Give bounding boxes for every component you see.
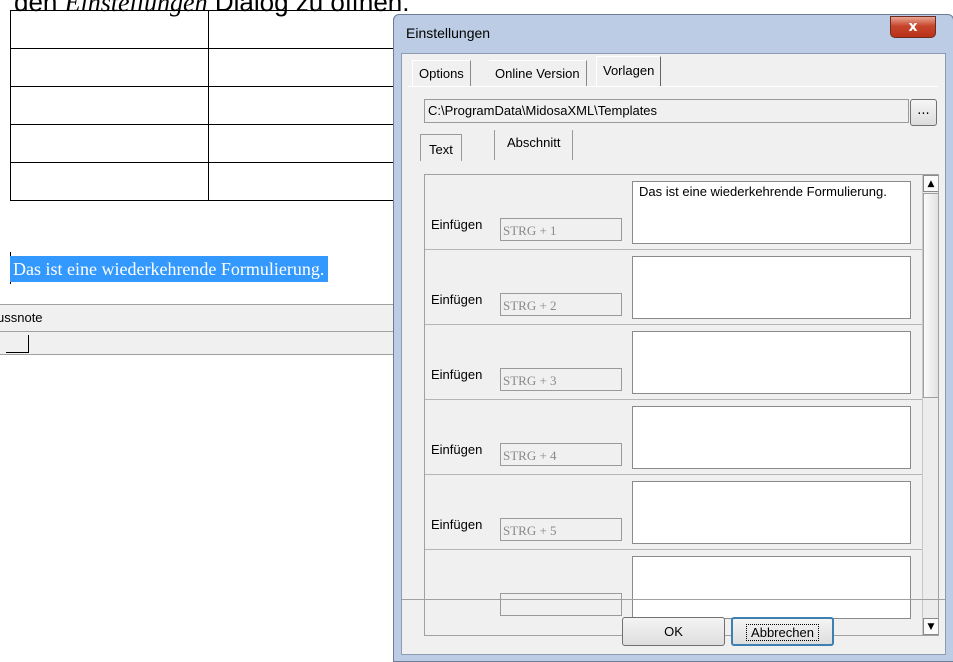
insert-label: Einfügen [431, 292, 483, 307]
shortcut-field: STRG + 2 [500, 293, 622, 316]
snippet-text-input[interactable]: Das ist eine wiederkehrende Formulierung… [632, 181, 911, 244]
table-row [10, 10, 399, 49]
snippet-text-input[interactable] [632, 481, 911, 544]
list-item: Einfügen STRG + 4 [425, 400, 922, 475]
shortcut-field: STRG + 5 [500, 518, 622, 541]
list-item: Einfügen STRG + 3 [425, 325, 922, 400]
insert-label: Einfügen [431, 217, 483, 232]
close-icon: x [908, 19, 918, 35]
arrow-up-icon: ▲ [927, 179, 935, 189]
tab-vorlagen[interactable]: Vorlagen [596, 56, 662, 87]
snippet-list: Einfügen STRG + 1 Das ist eine wiederkeh… [424, 174, 939, 636]
selected-text[interactable]: Das ist eine wiederkehrende Formulierung… [10, 256, 329, 282]
ok-button[interactable]: OK [622, 617, 725, 646]
scroll-down-button[interactable]: ▼ [923, 618, 938, 635]
table-cell[interactable] [10, 124, 209, 163]
list-item: Einfügen STRG + 5 [425, 475, 922, 550]
table-cell[interactable] [208, 86, 399, 125]
footnote-section-header: ussnote [0, 304, 400, 332]
list-item: Einfügen STRG + 2 [425, 250, 922, 325]
table-cell[interactable] [10, 86, 209, 125]
insert-label: Einfügen [431, 367, 483, 382]
cancel-button[interactable]: Abbrechen [731, 617, 834, 646]
table-cell[interactable] [208, 10, 399, 49]
close-button[interactable]: x [890, 16, 936, 38]
snippet-text-input[interactable] [632, 331, 911, 394]
settings-dialog: Einstellungen x Options Online Version V… [393, 14, 953, 662]
table-cell[interactable] [208, 124, 399, 163]
dialog-body: Options Online Version Vorlagen C:\Progr… [401, 53, 946, 655]
dialog-title: Einstellungen [406, 25, 491, 41]
cancel-button-label: Abbrechen [746, 624, 819, 641]
table-cell[interactable] [10, 10, 209, 49]
shortcut-field [500, 593, 622, 616]
tab-panel-border [408, 86, 938, 87]
footnote-marker [6, 335, 29, 353]
table-cell[interactable] [208, 162, 399, 201]
scroll-up-button[interactable]: ▲ [923, 175, 938, 192]
scroll-thumb[interactable] [923, 193, 938, 398]
snippet-text-input[interactable] [632, 556, 911, 619]
vertical-scrollbar[interactable]: ▲ ▼ [922, 175, 938, 635]
shortcut-field: STRG + 1 [500, 218, 622, 241]
template-path-field[interactable]: C:\ProgramData\MidosaXML\Templates [424, 99, 909, 123]
table-row [10, 162, 399, 201]
table-cell[interactable] [208, 48, 399, 87]
table-cell[interactable] [10, 48, 209, 87]
document-table [10, 10, 399, 201]
browse-button[interactable]: ... [910, 99, 937, 126]
shortcut-field: STRG + 3 [500, 368, 622, 391]
table-row [10, 124, 399, 163]
insert-label: Einfügen [431, 517, 483, 532]
shortcut-field: STRG + 4 [500, 443, 622, 466]
tab-online-version[interactable]: Online Version [489, 60, 587, 86]
list-item [425, 550, 922, 625]
subtab-text[interactable]: Text [420, 134, 462, 161]
tab-options[interactable]: Options [412, 60, 471, 86]
arrow-down-icon: ▼ [927, 622, 935, 632]
insert-label: Einfügen [431, 442, 483, 457]
snippet-text-input[interactable] [632, 256, 911, 319]
footer-separator [402, 599, 945, 600]
subtab-abschnitt[interactable]: Abschnitt [494, 130, 574, 160]
list-item: Einfügen STRG + 1 Das ist eine wiederkeh… [425, 175, 922, 250]
table-cell[interactable] [10, 162, 209, 201]
footnote-label: ussnote [0, 310, 43, 325]
table-row [10, 48, 399, 87]
footnote-area[interactable] [0, 332, 400, 355]
snippet-text-input[interactable] [632, 406, 911, 469]
table-row [10, 86, 399, 125]
dialog-titlebar[interactable]: Einstellungen x [394, 15, 953, 55]
